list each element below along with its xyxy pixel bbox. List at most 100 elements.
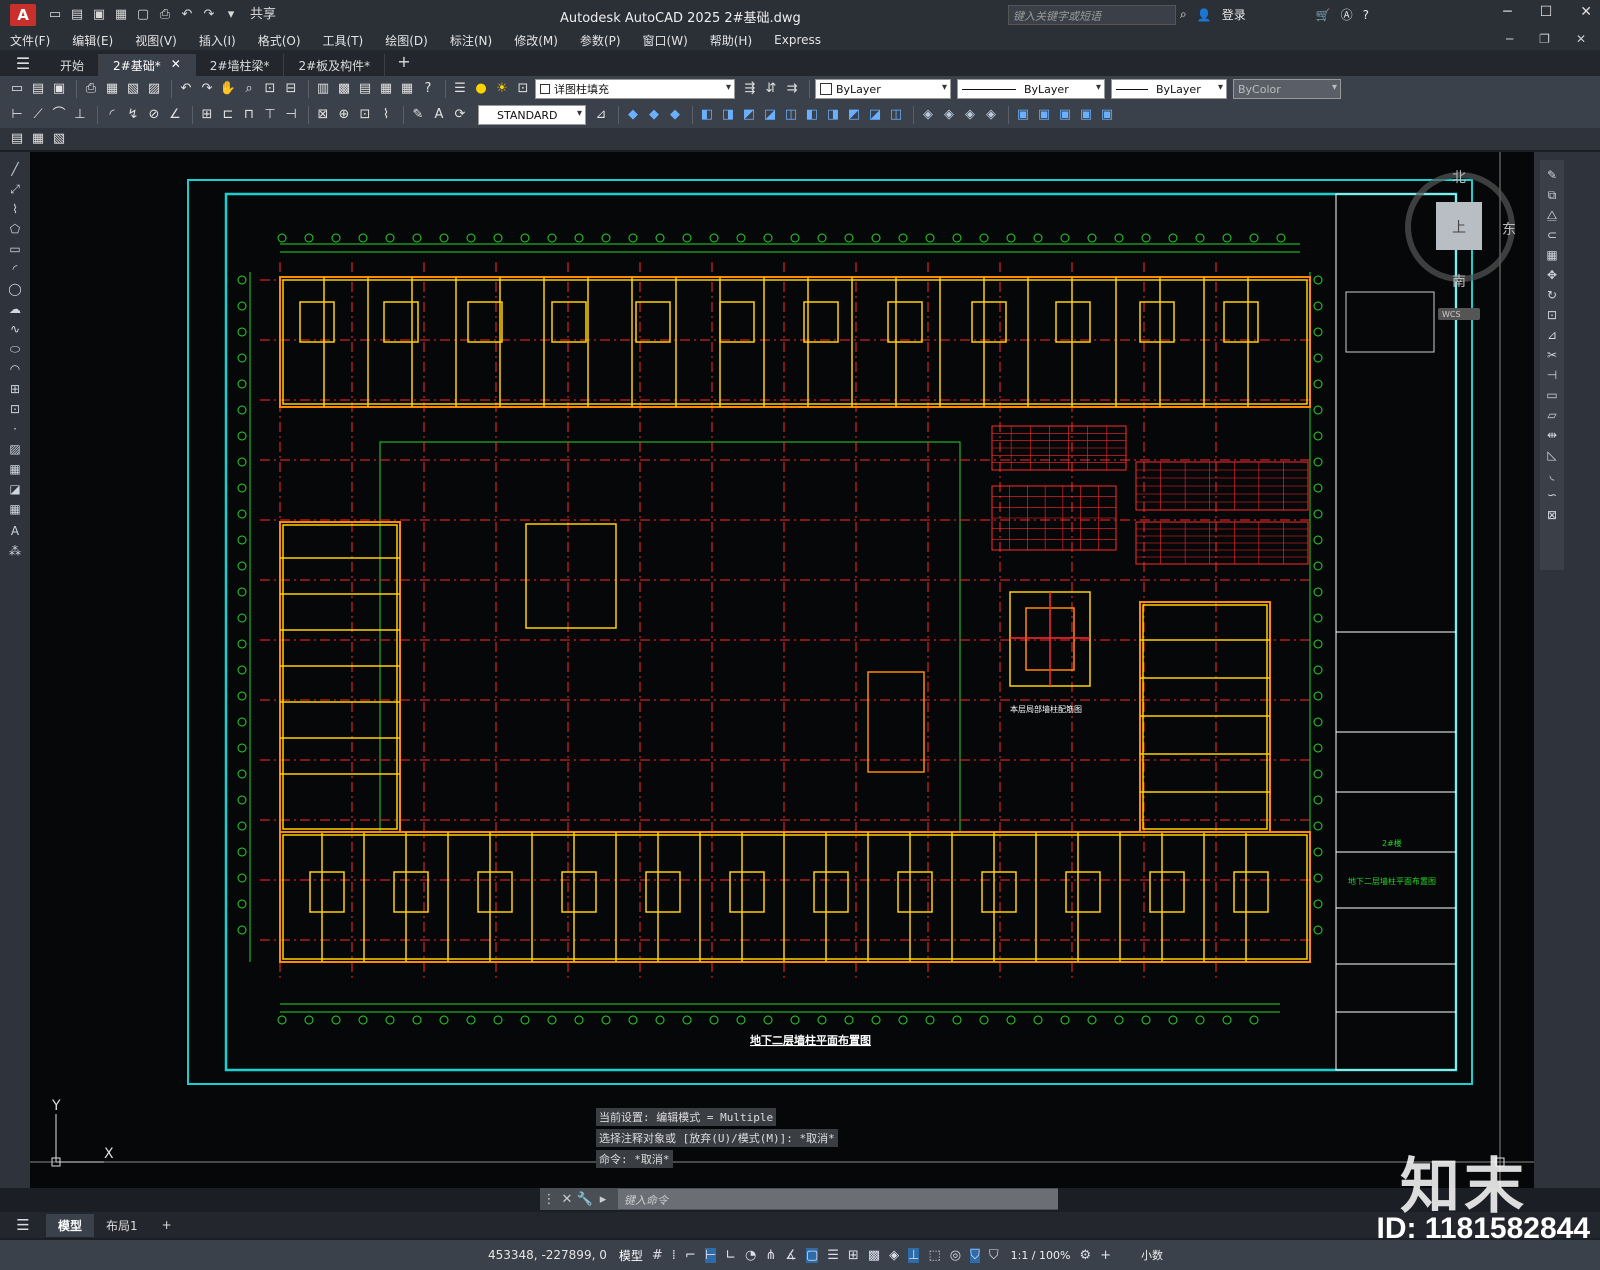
open-file-icon[interactable]: ▤: [29, 80, 47, 98]
break-icon[interactable]: ▱: [1543, 408, 1561, 426]
linear-dim-icon[interactable]: ⊢: [8, 106, 26, 124]
layout-menu-icon[interactable]: ☰: [0, 1216, 46, 1234]
fillet-icon[interactable]: ◟: [1543, 468, 1561, 486]
design-center-icon[interactable]: ▩: [335, 80, 353, 98]
pan-icon[interactable]: ✋: [219, 80, 237, 98]
angular-dim-icon[interactable]: ∠: [166, 106, 184, 124]
publish-icon[interactable]: ▢: [134, 6, 152, 24]
polyline-tool-icon[interactable]: ⌇: [6, 202, 24, 220]
ellipse-arc-tool-icon[interactable]: ◠: [6, 362, 24, 380]
tab-model[interactable]: 模型: [46, 1213, 95, 1237]
ucs-x-icon[interactable]: ◫: [887, 106, 905, 124]
object-snap-tracking-icon[interactable]: ∡: [785, 1248, 797, 1263]
view-left-icon[interactable]: ◆: [666, 106, 684, 124]
make-current-icon[interactable]: ⇶: [741, 80, 759, 98]
erase-icon[interactable]: ✎: [1543, 168, 1561, 186]
inspect-icon[interactable]: ⊡: [356, 106, 374, 124]
login-link[interactable]: 登录: [1222, 6, 1246, 23]
tab-2-wall-column-beam[interactable]: 2#墙柱梁*: [196, 54, 285, 76]
visual-style-wire-icon[interactable]: ◈: [919, 106, 937, 124]
app-menu-button[interactable]: A: [10, 4, 36, 26]
layer-dropdown[interactable]: 详图柱填充 ▾: [535, 79, 735, 99]
workspace-gear-icon[interactable]: ⚙: [1079, 1248, 1091, 1263]
dim-style-dropdown[interactable]: STANDARD ▾: [478, 105, 586, 125]
add-selected-icon[interactable]: ⁂: [6, 544, 24, 562]
trim-icon[interactable]: ✂: [1543, 348, 1561, 366]
lineweight-dropdown[interactable]: ByLayer ▾: [1111, 79, 1227, 99]
doc-minimize-icon[interactable]: ─: [1506, 32, 1513, 46]
layer-properties-icon[interactable]: ☰: [451, 80, 469, 98]
hatch-tool-icon[interactable]: ▨: [6, 442, 24, 460]
extend-icon[interactable]: ⊣: [1543, 368, 1561, 386]
tab-layout1[interactable]: 布局1: [94, 1214, 150, 1237]
cart-icon[interactable]: 🛒: [1316, 8, 1331, 22]
ucs-icon[interactable]: ◧: [698, 106, 716, 124]
3d-osnap-icon[interactable]: ◈: [889, 1248, 899, 1263]
block-attribute-icon[interactable]: ▧: [50, 130, 68, 148]
dim-style-icon[interactable]: ⊿: [592, 106, 610, 124]
share-button[interactable]: 共享: [250, 6, 276, 24]
tab-close-icon[interactable]: ✕: [171, 57, 181, 76]
search-input[interactable]: 键入关键字或短语: [1008, 5, 1176, 25]
continue-dim-icon[interactable]: ⊓: [240, 106, 258, 124]
annotation-visibility-icon[interactable]: ⛉: [970, 1247, 980, 1263]
grip-icon[interactable]: ⋮: [540, 1192, 558, 1207]
ucs-previous-icon[interactable]: ◩: [740, 106, 758, 124]
doc-close-icon[interactable]: ✕: [1576, 32, 1586, 46]
arc-length-icon[interactable]: ⌒: [50, 106, 68, 124]
view-se-icon[interactable]: ▣: [1077, 106, 1095, 124]
infer-icon[interactable]: ⌐: [685, 1248, 696, 1263]
break-point-icon[interactable]: ▭: [1543, 388, 1561, 406]
publish-file-icon[interactable]: ▧: [124, 80, 142, 98]
insert-block-icon[interactable]: ⊞: [6, 382, 24, 400]
baseline-dim-icon[interactable]: ⊏: [219, 106, 237, 124]
pdf-icon[interactable]: ▨: [145, 80, 163, 98]
view-front-icon[interactable]: ▣: [1014, 106, 1032, 124]
selection-cycling-icon[interactable]: ▩: [868, 1248, 880, 1263]
plot-icon[interactable]: ⎙: [156, 6, 174, 24]
spline-tool-icon[interactable]: ∿: [6, 322, 24, 340]
circle-tool-icon[interactable]: ◯: [6, 282, 24, 300]
ucs-object-icon[interactable]: ◫: [782, 106, 800, 124]
dim-edit-icon[interactable]: ✎: [409, 106, 427, 124]
scale-icon[interactable]: ⊡: [1543, 308, 1561, 326]
search-icon[interactable]: ⌕: [1180, 7, 1187, 22]
menu-modify[interactable]: 修改(M): [514, 32, 558, 49]
color-dropdown[interactable]: ByLayer ▾: [815, 79, 951, 99]
tab-2-slab-components[interactable]: 2#板及构件*: [284, 54, 386, 76]
annotation-scale[interactable]: 1:1 / 100%: [1011, 1249, 1071, 1262]
tab-2-foundation[interactable]: 2#基础* ✕: [99, 54, 196, 76]
view-ne-icon[interactable]: ▣: [1098, 106, 1116, 124]
dim-update-icon[interactable]: ⟳: [451, 106, 469, 124]
rotate-icon[interactable]: ↻: [1543, 288, 1561, 306]
dynamic-input-icon[interactable]: ⊢: [704, 1247, 717, 1263]
hamburger-menu-icon[interactable]: ☰: [0, 50, 46, 76]
menu-format[interactable]: 格式(O): [258, 32, 301, 49]
grid-icon[interactable]: #: [652, 1248, 663, 1263]
gradient-tool-icon[interactable]: ▦: [6, 462, 24, 480]
maximize-icon[interactable]: ☐: [1540, 4, 1553, 20]
qnew-icon[interactable]: ▭: [8, 80, 26, 98]
line-tool-icon[interactable]: ╱: [6, 162, 24, 180]
menu-tools[interactable]: 工具(T): [323, 32, 364, 49]
polar-icon[interactable]: ◔: [745, 1248, 756, 1263]
units-setting[interactable]: 小数: [1141, 1247, 1163, 1263]
close-icon[interactable]: ✕: [1580, 4, 1592, 20]
aligned-dim-icon[interactable]: ⟋: [29, 106, 47, 124]
offset-icon[interactable]: ⊂: [1543, 228, 1561, 246]
ucs-origin-icon[interactable]: ◨: [824, 106, 842, 124]
tab-start[interactable]: 开始: [46, 54, 100, 76]
view-sw-icon[interactable]: ▣: [1056, 106, 1074, 124]
zoom-realtime-icon[interactable]: ⌕: [240, 80, 258, 98]
autodesk-icon[interactable]: Ⓐ: [1341, 6, 1353, 23]
polygon-tool-icon[interactable]: ⬠: [6, 222, 24, 240]
new-tab-button[interactable]: +: [385, 52, 422, 76]
rectangle-tool-icon[interactable]: ▭: [6, 242, 24, 260]
tool-palettes-icon[interactable]: ▤: [356, 80, 374, 98]
menu-dimension[interactable]: 标注(N): [450, 32, 492, 49]
zoom-previous-icon[interactable]: ⊟: [282, 80, 300, 98]
dim-space-icon[interactable]: ⊤: [261, 106, 279, 124]
menu-window[interactable]: 窗口(W): [643, 32, 688, 49]
object-snap-icon[interactable]: ▢: [805, 1247, 819, 1263]
array-icon[interactable]: ▦: [1543, 248, 1561, 266]
